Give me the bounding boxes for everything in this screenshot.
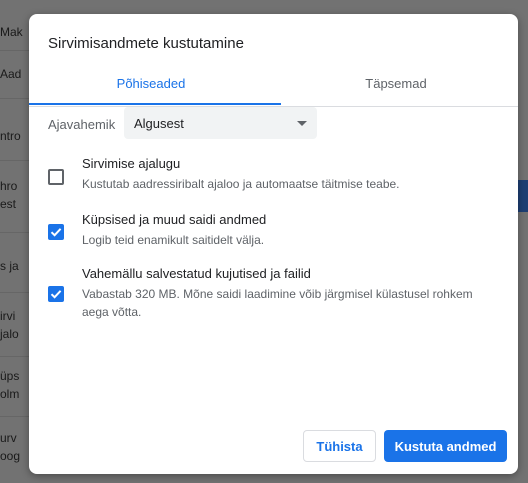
option-title: Küpsised ja muud saidi andmed: [82, 212, 267, 227]
cancel-button[interactable]: Tühista: [303, 430, 376, 462]
clear-data-button[interactable]: Kustuta andmed: [384, 430, 507, 462]
tab-advanced[interactable]: Täpsemad: [274, 62, 518, 105]
option-description: Vabastab 320 MB. Mõne saidi laadimine võ…: [82, 287, 473, 319]
cache-checkbox[interactable]: [48, 286, 64, 302]
checkmark-icon: [50, 228, 62, 237]
tab-basic[interactable]: Põhiseaded: [29, 62, 273, 105]
time-range-value: Algusest: [134, 116, 184, 131]
time-range-select[interactable]: Algusest: [124, 107, 317, 139]
option-title: Vahemällu salvestatud kujutised ja faili…: [82, 266, 311, 281]
option-description: Logib teid enamikult saitidelt välja.: [82, 233, 265, 247]
option-description: Kustutab aadressiribalt ajaloo ja automa…: [82, 177, 400, 191]
dialog-title: Sirvimisandmete kustutamine: [48, 35, 244, 52]
caret-down-icon: [297, 121, 307, 126]
history-checkbox[interactable]: [48, 169, 64, 185]
cookies-checkbox[interactable]: [48, 224, 64, 240]
tab-bar: Põhiseaded Täpsemad: [29, 62, 518, 107]
clear-browsing-data-dialog: Sirvimisandmete kustutamine Põhiseaded T…: [29, 14, 518, 474]
time-range-label: Ajavahemik: [48, 117, 116, 132]
bg-accent-band: [518, 180, 528, 212]
active-tab-indicator: [29, 103, 281, 105]
checkmark-icon: [50, 290, 62, 299]
option-title: Sirvimise ajalugu: [82, 156, 181, 171]
